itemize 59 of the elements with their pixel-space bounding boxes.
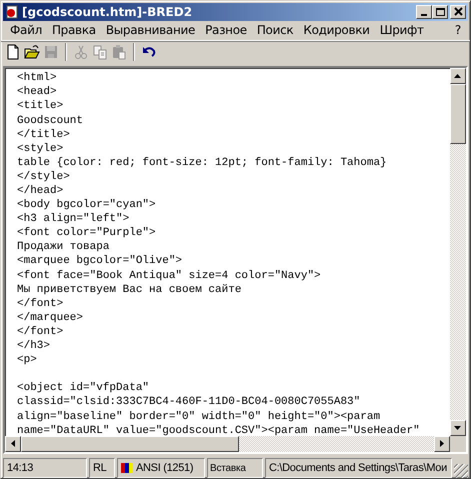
- menu-item[interactable]: Файл: [5, 23, 47, 38]
- code-line: Продажи товара: [17, 240, 110, 254]
- status-text: 14:13: [7, 462, 34, 474]
- menu-item[interactable]: Шрифт: [374, 23, 429, 38]
- code-line: <head>: [17, 85, 58, 100]
- code-line: <style>: [17, 142, 64, 156]
- menu-item[interactable]: Кодировки: [298, 23, 375, 38]
- close-icon: [454, 7, 462, 16]
- code-line: </title>: [17, 128, 71, 142]
- status-text: C:\Documents and Settings\Taras\Мои: [269, 462, 447, 474]
- close-button[interactable]: [450, 4, 466, 19]
- code-line: <p>: [17, 353, 38, 368]
- menu-item[interactable]: Выравнивание: [100, 23, 200, 38]
- menu-item[interactable]: Правка: [46, 23, 101, 38]
- minimize-icon: [421, 14, 427, 16]
- code-line: Goodscount: [17, 114, 84, 128]
- status-text: Вставка: [210, 462, 246, 474]
- code-line: <h3 align="left">: [17, 212, 130, 226]
- minimize-button[interactable]: [416, 4, 432, 19]
- code-line: </head>: [17, 184, 64, 198]
- code-line: </h3>: [17, 339, 52, 354]
- vertical-scrollbar[interactable]: [450, 68, 466, 436]
- menu-item[interactable]: ?: [450, 23, 466, 38]
- menu-item[interactable]: Поиск: [252, 23, 298, 38]
- horizontal-scrollbar[interactable]: [5, 436, 450, 452]
- window-title: [gcodscount.htm]-BRED2: [22, 4, 194, 19]
- right-arrow-icon: [440, 440, 444, 448]
- menu-item[interactable]: Разное: [200, 23, 252, 38]
- folder-icon[interactable]: [24, 44, 40, 60]
- code-line: </font>: [17, 324, 64, 340]
- code-line: </font>: [17, 296, 64, 311]
- code-line: classid="clsid:333C7BC4-460F-11D0-BC04-0080C7055A83": [17, 395, 362, 410]
- down-arrow-icon: [454, 426, 462, 431]
- code-line: Мы приветствуем Вас на своем сайте: [17, 282, 242, 297]
- status-text: ANSI (1251): [136, 462, 194, 474]
- code-line: <title>: [17, 99, 64, 114]
- code-line: </marquee>: [17, 310, 84, 325]
- code-line: table {color: red; font-size: 12pt; font-family: Tahoma}: [17, 156, 388, 170]
- scrollbar-thumb[interactable]: [450, 84, 466, 144]
- code-line: <object id="vfpData": [17, 381, 150, 396]
- code-line: <marquee bgcolor="Olive">: [17, 254, 184, 269]
- code-line: <font face="Book Antiqua" size=4 color="Navy">: [17, 268, 322, 283]
- app-icon: [5, 4, 19, 19]
- new-file-icon[interactable]: [5, 44, 21, 60]
- maximize-icon: [436, 8, 444, 16]
- resize-grip[interactable]: [454, 464, 468, 478]
- encoding-icon: [121, 462, 133, 474]
- left-arrow-icon: [10, 440, 16, 448]
- up-arrow-icon: [454, 74, 462, 79]
- code-line: <html>: [17, 71, 58, 86]
- code-line: <body bgcolor="cyan">: [17, 198, 157, 212]
- code-line: name="DataURL" value="goodscount.CSV"><param name="UseHeader": [17, 424, 421, 436]
- code-line: align="baseline" border="0" width="0" height="0"><param: [17, 410, 382, 424]
- status-text: RL: [93, 462, 106, 474]
- code-line: </style>: [17, 170, 71, 184]
- code-line: <font color="Purple">: [17, 226, 157, 240]
- scrollbar-corner: [450, 436, 466, 452]
- maximize-button[interactable]: [432, 4, 448, 19]
- scrollbar-thumb[interactable]: [21, 436, 239, 452]
